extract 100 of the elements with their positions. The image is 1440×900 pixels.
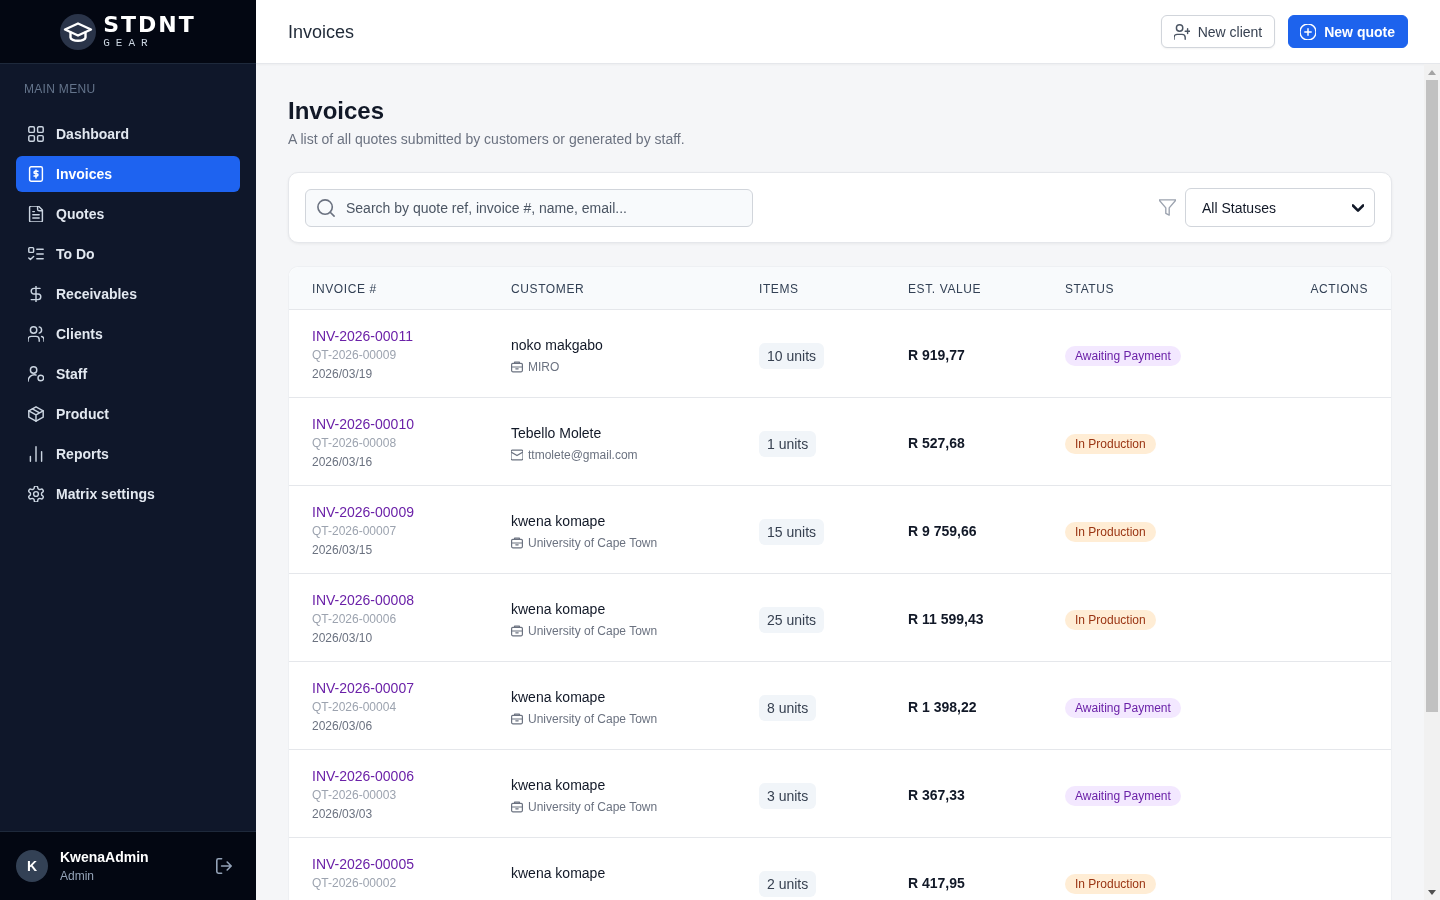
column-header: ITEMS <box>759 282 799 296</box>
customer-name: kwena komape <box>511 688 606 707</box>
estimated-value: R 11 599,43 <box>908 610 984 629</box>
page-title: Invoices <box>288 96 385 126</box>
quote-ref: QT-2026-00008 <box>312 435 397 452</box>
brand-tagline: GEAR <box>103 36 154 50</box>
column-header: STATUS <box>1065 282 1115 296</box>
sidebar-item[interactable]: To Do <box>16 236 240 272</box>
customer-name: kwena komape <box>511 864 606 883</box>
brand-name: STDNT <box>103 13 196 36</box>
package-icon <box>28 406 44 422</box>
units-badge: 15 units <box>759 519 825 545</box>
estimated-value: R 1 398,22 <box>908 698 977 717</box>
header-title: Invoices <box>288 20 355 44</box>
status-badge: Awaiting Payment <box>1065 786 1181 806</box>
invoice-date: 2026/03/19 <box>312 366 373 383</box>
menu-section-label: MAIN MENU <box>24 81 96 97</box>
mortarboard-icon <box>60 13 97 50</box>
invoice-link[interactable]: INV-2026-00009 <box>312 503 414 521</box>
briefcase-icon <box>511 537 523 549</box>
sidebar-item[interactable]: Receivables <box>16 276 240 312</box>
units-badge: 25 units <box>759 607 825 633</box>
status-badge: In Production <box>1065 434 1156 454</box>
column-header: ACTIONS <box>1310 282 1368 296</box>
briefcase-icon <box>511 713 523 725</box>
invoice-date: 2026/03/15 <box>312 542 373 559</box>
company-name: University of Cape Town <box>528 623 658 640</box>
scrollbar-thumb[interactable] <box>1426 80 1438 712</box>
user-plus-icon <box>1173 23 1190 40</box>
company-name: University of Cape Town <box>528 799 658 816</box>
quote-ref: QT-2026-00004 <box>312 699 397 716</box>
customer-email: ttmolete@gmail.com <box>528 447 638 464</box>
dollar-icon <box>28 286 44 302</box>
customer-name: kwena komape <box>511 600 606 619</box>
invoice-link[interactable]: INV-2026-00005 <box>312 855 414 873</box>
user-with-circle-icon <box>28 366 44 382</box>
page-subtitle: A list of all quotes submitted by customers or generated by staff. <box>288 130 685 149</box>
invoice-date: 2026/03/03 <box>312 806 373 823</box>
units-badge: 8 units <box>759 695 817 721</box>
users-icon <box>28 326 44 342</box>
search-icon <box>317 198 335 217</box>
sidebar-item[interactable]: Quotes <box>16 196 240 232</box>
arrow-down-icon[interactable] <box>1428 889 1436 895</box>
user-name: KwenaAdmin <box>60 847 149 867</box>
sidebar-item[interactable]: Staff <box>16 356 240 392</box>
invoice-link[interactable]: INV-2026-00010 <box>312 415 414 433</box>
invoice-link[interactable]: INV-2026-00006 <box>312 767 414 785</box>
estimated-value: R 9 759,66 <box>908 522 977 541</box>
status-badge: Awaiting Payment <box>1065 346 1181 366</box>
quote-ref: QT-2026-00003 <box>312 787 397 804</box>
sidebar-item[interactable]: Invoices <box>16 156 240 192</box>
units-badge: 3 units <box>759 783 817 809</box>
logout-icon[interactable] <box>216 858 232 874</box>
user-avatar: K <box>16 850 48 882</box>
invoice-date: 2026/03/10 <box>312 630 373 647</box>
status-select[interactable]: All Statuses <box>1185 188 1375 227</box>
quote-ref: QT-2026-00006 <box>312 611 397 628</box>
document-icon <box>28 206 44 222</box>
briefcase-icon <box>511 361 523 373</box>
customer-name: noko makgabo <box>511 336 603 355</box>
sidebar-item[interactable]: Clients <box>16 316 240 352</box>
company-name: MIRO <box>528 359 560 376</box>
column-header: CUSTOMER <box>511 282 585 296</box>
scrollbar[interactable] <box>1424 64 1440 900</box>
invoice-date: 2026/03/06 <box>312 718 373 735</box>
quote-ref: QT-2026-00002 <box>312 875 397 892</box>
column-header: INVOICE # <box>312 282 377 296</box>
settings-icon <box>28 486 44 502</box>
sidebar-item[interactable]: Product <box>16 396 240 432</box>
units-badge: 10 units <box>759 343 825 369</box>
estimated-value: R 417,95 <box>908 874 965 893</box>
company-name: University of Cape Town <box>528 535 658 552</box>
customer-name: Tebello Molete <box>511 424 602 443</box>
sidebar-item[interactable]: Dashboard <box>16 116 240 152</box>
quote-ref: QT-2026-00009 <box>312 347 397 364</box>
filter-icon <box>1159 199 1176 216</box>
units-badge: 2 units <box>759 871 817 897</box>
invoice-link[interactable]: INV-2026-00008 <box>312 591 414 609</box>
status-badge: In Production <box>1065 522 1156 542</box>
dashboard-grid-icon <box>28 126 44 142</box>
invoice-link[interactable]: INV-2026-00011 <box>312 327 413 345</box>
briefcase-icon <box>511 625 523 637</box>
new-quote-button[interactable]: New quote <box>1288 15 1408 48</box>
quote-ref: QT-2026-00007 <box>312 523 397 540</box>
estimated-value: R 367,33 <box>908 786 965 805</box>
search-field[interactable]: Search by quote ref, invoice #, name, email... <box>305 188 753 227</box>
checklist-icon <box>28 246 44 262</box>
new-client-button[interactable]: New client <box>1160 15 1276 48</box>
briefcase-icon <box>511 801 523 813</box>
sidebar-item[interactable]: Matrix settings <box>16 476 240 512</box>
arrow-up-icon[interactable] <box>1428 69 1436 75</box>
estimated-value: R 527,68 <box>908 434 965 453</box>
mail-icon <box>511 449 523 461</box>
estimated-value: R 919,77 <box>908 346 965 365</box>
invoice-link[interactable]: INV-2026-00007 <box>312 679 414 697</box>
sidebar-item[interactable]: Reports <box>16 436 240 472</box>
customer-name: kwena komape <box>511 512 606 531</box>
column-header: EST. VALUE <box>908 282 982 296</box>
bar-chart-icon <box>28 446 44 462</box>
status-badge: Awaiting Payment <box>1065 698 1181 718</box>
